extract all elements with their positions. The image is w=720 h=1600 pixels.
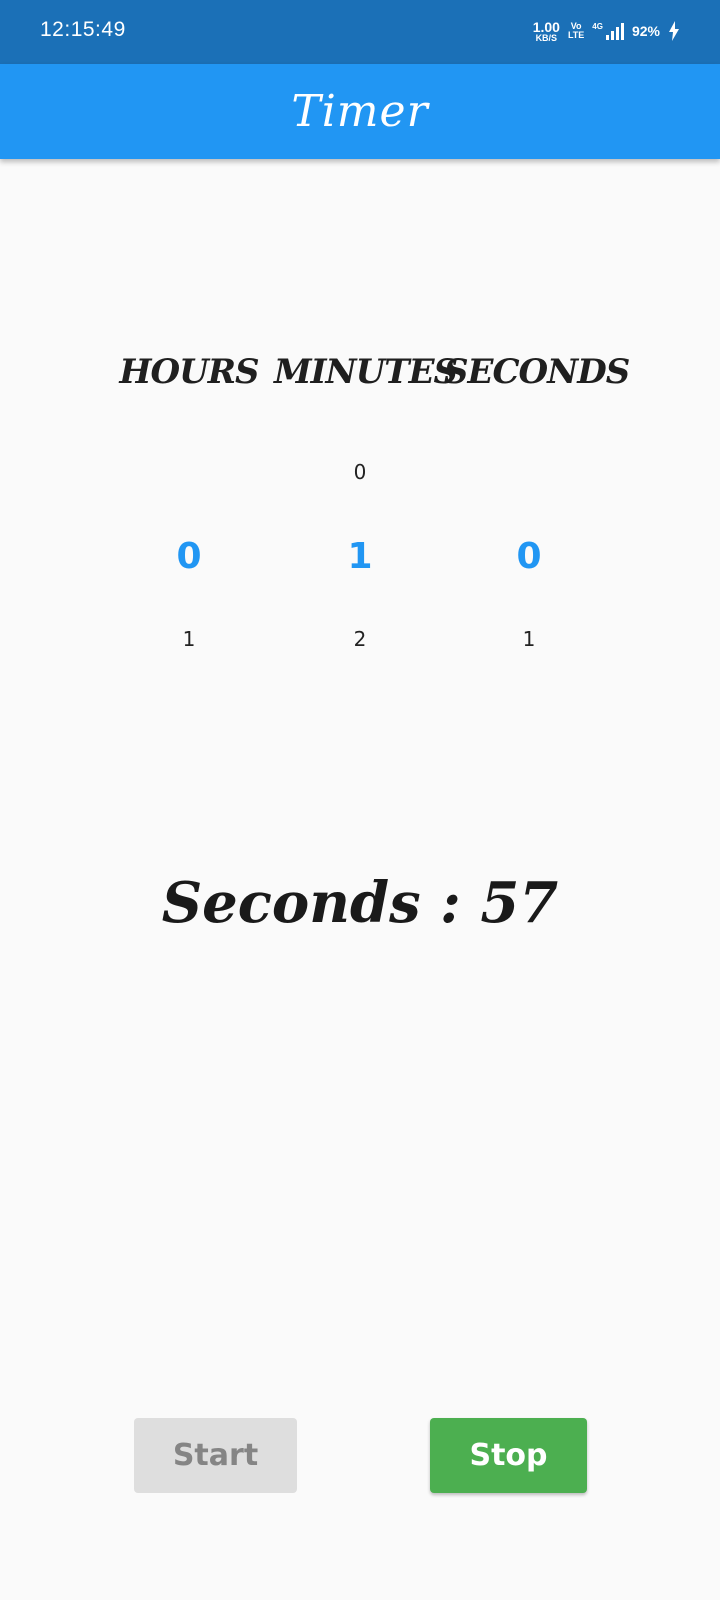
- charging-icon: [669, 21, 679, 41]
- volte-bottom: LTE: [567, 30, 585, 40]
- status-icons: 1.00 KB/S Vo LTE 4G 92%: [533, 16, 680, 46]
- minutes-prev-value[interactable]: 0: [275, 460, 445, 484]
- signal-icon: 4G: [592, 22, 624, 40]
- battery-level: 92%: [631, 23, 660, 39]
- network-speed: 1.00 KB/S: [533, 20, 560, 43]
- network-speed-unit: KB/S: [535, 32, 558, 43]
- app-title: Timer: [291, 86, 429, 137]
- start-button[interactable]: Start: [134, 1418, 297, 1493]
- countdown-display: Seconds : 57: [161, 870, 559, 936]
- status-bar: 12:15:49 1.00 KB/S Vo LTE 4G 92%: [0, 0, 720, 64]
- minutes-next-value[interactable]: 2: [275, 627, 445, 651]
- stop-button[interactable]: Stop: [430, 1418, 587, 1493]
- app-bar: Timer: [0, 64, 720, 159]
- minutes-header: MINUTES: [274, 352, 458, 392]
- seconds-selected-value[interactable]: 0: [444, 536, 614, 577]
- seconds-next-value[interactable]: 1: [444, 627, 614, 651]
- hours-next-value[interactable]: 1: [104, 627, 274, 651]
- volte-icon: Vo LTE: [568, 22, 584, 40]
- hours-header: HOURS: [119, 352, 259, 392]
- minutes-selected-value[interactable]: 1: [275, 536, 445, 577]
- seconds-header: SECONDS: [444, 352, 630, 392]
- network-speed-value: 1.00: [532, 18, 560, 35]
- hours-selected-value[interactable]: 0: [104, 536, 274, 577]
- network-type: 4G: [592, 22, 603, 31]
- status-time: 12:15:49: [40, 18, 126, 41]
